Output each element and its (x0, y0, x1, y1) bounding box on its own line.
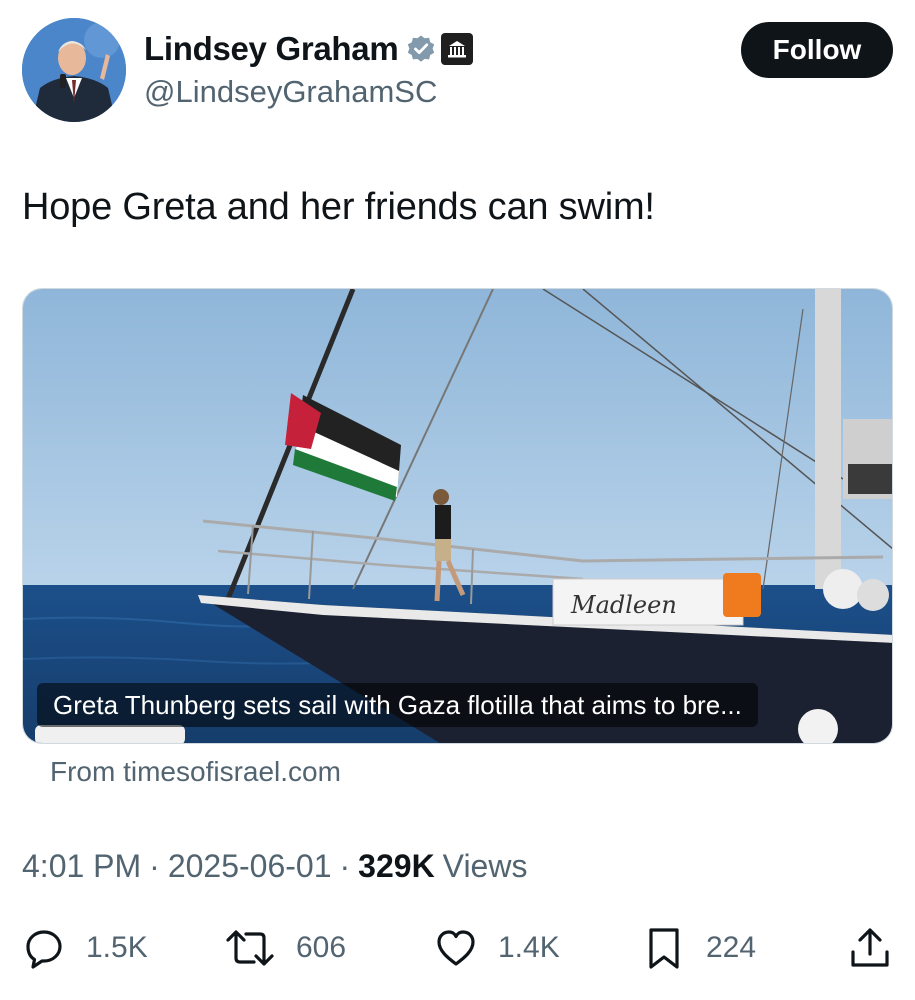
avatar-photo (22, 18, 126, 122)
tweet-date[interactable]: 2025-06-01 (168, 848, 332, 885)
card-title[interactable]: Greta Thunberg sets sail with Gaza floti… (37, 683, 758, 727)
bookmark-count: 224 (706, 931, 757, 964)
repost-icon (226, 930, 274, 966)
views-count[interactable]: 329K (358, 848, 435, 885)
share-button[interactable] (848, 920, 892, 976)
author-handle[interactable]: @LindseyGrahamSC (144, 74, 474, 110)
tweet-meta: 4:01 PM · 2025-06-01 · 329K Views (22, 848, 527, 885)
tweet-actions: 1.5K 606 1.4K 224 (22, 920, 893, 976)
bookmark-button[interactable]: 224 (642, 920, 756, 976)
government-building-icon[interactable] (440, 32, 474, 66)
reply-count: 1.5K (86, 931, 148, 964)
link-card[interactable]: Madleen Greta Thunberg sets sail with Ga… (22, 288, 893, 744)
like-count: 1.4K (498, 931, 560, 964)
verified-badge-icon[interactable] (406, 34, 436, 64)
reply-icon (26, 930, 62, 969)
tweet-time[interactable]: 4:01 PM (22, 848, 141, 885)
card-image: Madleen (23, 289, 892, 743)
card-source[interactable]: From timesofisrael.com (50, 756, 341, 788)
reply-button[interactable]: 1.5K (22, 920, 148, 976)
bookmark-icon (649, 928, 679, 969)
like-button[interactable]: 1.4K (434, 920, 560, 976)
heart-icon (437, 930, 475, 966)
author-names: Lindsey Graham @LindseyGrahamSC (144, 28, 474, 110)
views-label: Views (442, 848, 528, 884)
tweet-header: Lindsey Graham @LindseyGrahamSC Follow (22, 18, 893, 128)
display-name[interactable]: Lindsey Graham (144, 30, 399, 68)
avatar[interactable] (22, 18, 126, 122)
repost-button[interactable]: 606 (224, 920, 346, 976)
meta-separator: · (149, 848, 160, 884)
repost-count: 606 (296, 931, 347, 964)
boat-name-text: Madleen (570, 591, 677, 619)
follow-button[interactable]: Follow (741, 22, 893, 78)
meta-separator: · (339, 848, 351, 884)
tweet-text: Hope Greta and her friends can swim! (22, 186, 655, 228)
share-icon (851, 928, 889, 967)
